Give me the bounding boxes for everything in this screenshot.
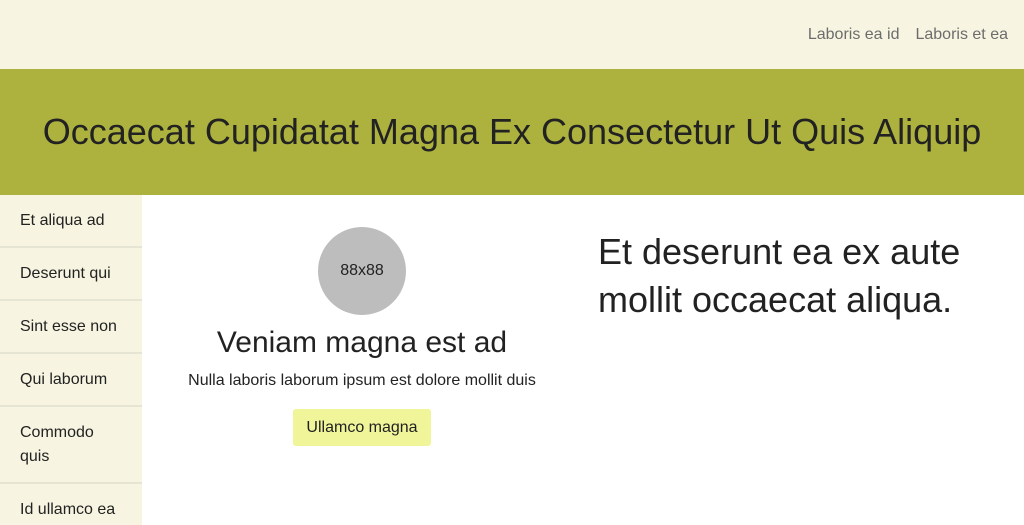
main-content: Et aliqua ad Deserunt qui Sint esse non … [0, 195, 1024, 525]
page-title: Occaecat Cupidatat Magna Ex Consectetur … [42, 111, 982, 152]
hero-banner: Occaecat Cupidatat Magna Ex Consectetur … [0, 69, 1024, 195]
sidebar-item-deserunt-qui[interactable]: Deserunt qui [0, 248, 142, 301]
card-text: Nulla laboris laborum ipsum est dolore m… [188, 372, 536, 389]
sidebar-item-commodo-quis[interactable]: Commodo quis [0, 407, 142, 484]
card-action-button[interactable]: Ullamco magna [293, 409, 431, 446]
sidebar-item-id-ullamco-ea[interactable]: Id ullamco ea [0, 484, 142, 525]
sidebar: Et aliqua ad Deserunt qui Sint esse non … [0, 195, 142, 525]
sidebar-item-sint-esse-non[interactable]: Sint esse non [0, 301, 142, 354]
profile-card: 88x88 Veniam magna est ad Nulla laboris … [142, 195, 582, 525]
sidebar-item-et-aliqua-ad[interactable]: Et aliqua ad [0, 195, 142, 248]
avatar: 88x88 [318, 227, 406, 315]
sidebar-item-qui-laborum[interactable]: Qui laborum [0, 354, 142, 407]
card-title: Veniam magna est ad [216, 326, 508, 359]
headline-section: Et deserunt ea ex aute mollit occaecat a… [582, 195, 1024, 525]
nav-link-laboris-ea-id[interactable]: Laboris ea id [808, 26, 900, 43]
nav-link-laboris-et-ea[interactable]: Laboris et ea [915, 26, 1008, 43]
avatar-placeholder-text: 88x88 [340, 262, 384, 279]
headline-text: Et deserunt ea ex aute mollit occaecat a… [598, 231, 961, 320]
top-navbar: Laboris ea id Laboris et ea [0, 0, 1024, 69]
